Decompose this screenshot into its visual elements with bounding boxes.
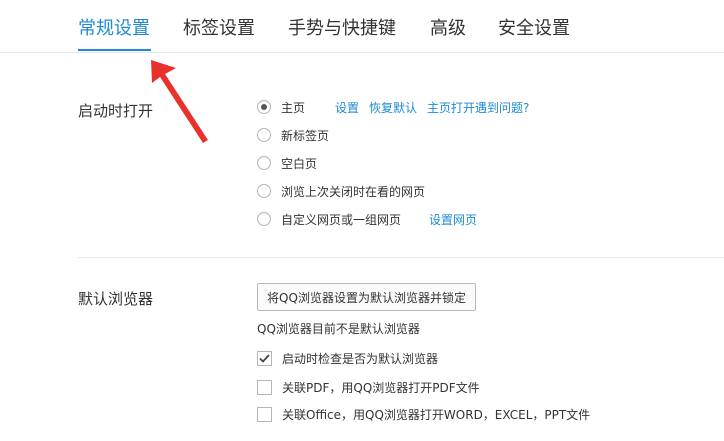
active-tab-indicator (78, 49, 151, 51)
checkmark-icon (259, 353, 270, 363)
default-browser-section-title: 默认浏览器 (78, 290, 154, 308)
radio-label: 新标签页 (281, 128, 330, 143)
radio-button[interactable] (257, 128, 271, 142)
check-associate-pdf[interactable]: 关联PDF，用QQ浏览器打开PDF文件 (257, 378, 480, 396)
radio-label: 空白页 (281, 156, 318, 171)
radio-blank-page[interactable]: 空白页 (257, 154, 317, 172)
tab-tabs[interactable]: 标签设置 (183, 14, 255, 40)
radio-button[interactable] (257, 184, 271, 198)
radio-label: 自定义网页或一组网页 (281, 212, 402, 227)
checkbox-label: 启动时检查是否为默认浏览器 (282, 351, 439, 366)
radio-button[interactable] (257, 156, 271, 170)
homepage-settings-link[interactable]: 设置 (335, 99, 359, 116)
check-startup-default[interactable]: 启动时检查是否为默认浏览器 (257, 349, 438, 367)
radio-label: 主页 (281, 100, 306, 115)
radio-button[interactable] (257, 100, 271, 114)
section-divider (78, 257, 724, 258)
settings-tab-bar: 常规设置 标签设置 手势与快捷键 高级 安全设置 (0, 0, 724, 53)
checkbox[interactable] (257, 379, 272, 395)
radio-label: 浏览上次关闭时在看的网页 (281, 184, 426, 199)
radio-custom-pages[interactable]: 自定义网页或一组网页 设置网页 (257, 210, 477, 228)
startup-section-title: 启动时打开 (78, 102, 154, 120)
tab-security[interactable]: 安全设置 (498, 14, 570, 40)
radio-new-tab[interactable]: 新标签页 (257, 126, 329, 144)
set-default-browser-button[interactable]: 将QQ浏览器设置为默认浏览器并锁定 (257, 283, 476, 311)
radio-homepage[interactable]: 主页 设置 恢复默认 主页打开遇到问题? (257, 98, 529, 116)
radio-button[interactable] (257, 212, 271, 226)
radio-last-session[interactable]: 浏览上次关闭时在看的网页 (257, 182, 425, 200)
restore-default-link[interactable]: 恢复默认 (369, 99, 417, 116)
default-browser-status: QQ浏览器目前不是默认浏览器 (257, 322, 420, 336)
checkbox[interactable] (257, 406, 272, 422)
homepage-problem-link[interactable]: 主页打开遇到问题? (427, 99, 529, 116)
tab-gestures-shortcuts[interactable]: 手势与快捷键 (288, 14, 396, 40)
checkbox-label: 关联Office，用QQ浏览器打开WORD，EXCEL，PPT文件 (282, 407, 591, 422)
checkbox-checked[interactable] (257, 350, 272, 366)
checkbox-label: 关联PDF，用QQ浏览器打开PDF文件 (282, 380, 480, 395)
set-pages-link[interactable]: 设置网页 (429, 211, 477, 228)
check-associate-office[interactable]: 关联Office，用QQ浏览器打开WORD，EXCEL，PPT文件 (257, 405, 590, 423)
tab-general[interactable]: 常规设置 (78, 14, 150, 40)
tab-advanced[interactable]: 高级 (430, 14, 466, 40)
